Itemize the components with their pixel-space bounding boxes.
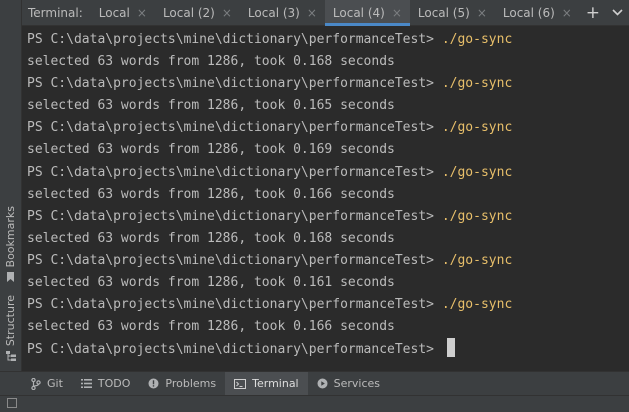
output-line: selected 63 words from 1286, took 0.168 … <box>27 230 395 246</box>
prompt-line: PS C:\data\projects\mine\dictionary\perf… <box>27 117 629 139</box>
output-line: selected 63 words from 1286, took 0.169 … <box>27 142 395 158</box>
command-text: ./go-sync <box>441 164 513 180</box>
todo-tool-button[interactable]: TODO <box>72 372 140 396</box>
tab-label: Local (2) <box>162 5 215 20</box>
prompt-line: PS C:\data\projects\mine\dictionary\perf… <box>27 162 629 184</box>
chevron-down-icon[interactable] <box>612 9 623 16</box>
tab-label: Local <box>98 5 130 20</box>
close-icon[interactable]: × <box>222 6 232 20</box>
prompt-text: PS C:\data\projects\mine\dictionary\perf… <box>27 32 442 47</box>
play-circle-icon <box>317 378 328 389</box>
tab-actions: + <box>586 0 623 25</box>
output-line: selected 63 words from 1286, took 0.165 … <box>27 98 395 114</box>
prompt-text: PS C:\data\projects\mine\dictionary\perf… <box>27 120 442 136</box>
command-text: ./go-sync <box>441 297 513 313</box>
git-label: Git <box>47 377 63 390</box>
info-icon <box>148 378 159 389</box>
tab-local-6[interactable]: Local (6) × <box>495 0 580 25</box>
terminal-title: Terminal: <box>28 5 83 20</box>
terminal-tab-bar: Terminal: Local × Local (2) × Local (3) … <box>22 0 629 26</box>
output-line: selected 63 words from 1286, took 0.161 … <box>27 275 395 291</box>
tab-label: Local (3) <box>247 5 300 20</box>
structure-label: Structure <box>4 295 17 347</box>
current-prompt-line[interactable]: PS C:\data\projects\mine\dictionary\perf… <box>27 338 629 360</box>
command-text: ./go-sync <box>441 120 513 136</box>
text-cursor <box>446 338 455 358</box>
git-tool-button[interactable]: Git <box>22 372 72 396</box>
todo-label: TODO <box>97 377 131 390</box>
services-label: Services <box>333 377 381 390</box>
structure-tool-button[interactable]: Structure <box>0 290 21 366</box>
bookmarks-tool-button[interactable]: Bookmarks <box>0 200 21 288</box>
close-icon[interactable]: × <box>562 6 572 20</box>
prompt-line: PS C:\data\projects\mine\dictionary\perf… <box>27 206 629 228</box>
command-text: ./go-sync <box>441 208 513 224</box>
prompt-text: PS C:\data\projects\mine\dictionary\perf… <box>27 342 442 358</box>
terminal-tool-button[interactable]: Terminal <box>225 371 308 396</box>
tab-local-5[interactable]: Local (5) × <box>410 0 495 25</box>
prompt-text: PS C:\data\projects\mine\dictionary\perf… <box>27 76 442 92</box>
prompt-line: PS C:\data\projects\mine\dictionary\perf… <box>27 250 629 272</box>
tab-label: Local (4) <box>332 5 385 20</box>
status-bar <box>0 395 629 412</box>
tab-local-4[interactable]: Local (4) × <box>324 0 410 26</box>
tab-label: Local (6) <box>502 5 555 20</box>
close-icon[interactable]: × <box>477 6 487 20</box>
left-tool-stripe: Bookmarks Structure <box>0 0 22 371</box>
command-text: ./go-sync <box>441 252 513 268</box>
prompt-text: PS C:\data\projects\mine\dictionary\perf… <box>27 252 442 268</box>
tool-window-bar: Git TODO Problems Terminal Services <box>0 371 629 396</box>
problems-tool-button[interactable]: Problems <box>139 372 225 396</box>
output-line: selected 63 words from 1286, took 0.168 … <box>27 54 395 70</box>
list-icon <box>80 379 92 388</box>
terminal-label: Terminal <box>252 377 299 390</box>
toggle-tool-windows-icon[interactable] <box>7 398 17 408</box>
problems-label: Problems <box>165 377 217 390</box>
prompt-text: PS C:\data\projects\mine\dictionary\perf… <box>27 297 442 313</box>
output-line: selected 63 words from 1286, took 0.166 … <box>27 186 395 202</box>
prompt-line: PS C:\data\projects\mine\dictionary\perf… <box>27 29 629 51</box>
prompt-line: PS C:\data\projects\mine\dictionary\perf… <box>27 73 629 95</box>
new-tab-icon[interactable]: + <box>586 3 600 23</box>
tab-local-2[interactable]: Local (2) × <box>155 0 240 25</box>
close-icon[interactable]: × <box>137 6 147 20</box>
tab-label: Local (5) <box>417 5 470 20</box>
close-icon[interactable]: × <box>392 6 402 20</box>
bookmarks-label: Bookmarks <box>4 206 17 268</box>
prompt-line: PS C:\data\projects\mine\dictionary\perf… <box>27 294 629 316</box>
tab-local-3[interactable]: Local (3) × <box>240 0 325 25</box>
tab-local[interactable]: Local × <box>91 0 155 25</box>
close-icon[interactable]: × <box>307 6 317 20</box>
terminal-icon <box>234 378 247 389</box>
command-text: ./go-sync <box>441 32 513 47</box>
bookmark-icon <box>6 271 15 282</box>
prompt-text: PS C:\data\projects\mine\dictionary\perf… <box>27 164 442 180</box>
terminal-output[interactable]: PS C:\data\projects\mine\dictionary\perf… <box>22 26 629 371</box>
git-branch-icon <box>31 377 41 390</box>
services-tool-button[interactable]: Services <box>308 372 389 396</box>
prompt-text: PS C:\data\projects\mine\dictionary\perf… <box>27 208 442 224</box>
output-line: selected 63 words from 1286, took 0.166 … <box>27 319 395 335</box>
structure-icon <box>5 350 16 361</box>
command-text: ./go-sync <box>441 76 513 92</box>
